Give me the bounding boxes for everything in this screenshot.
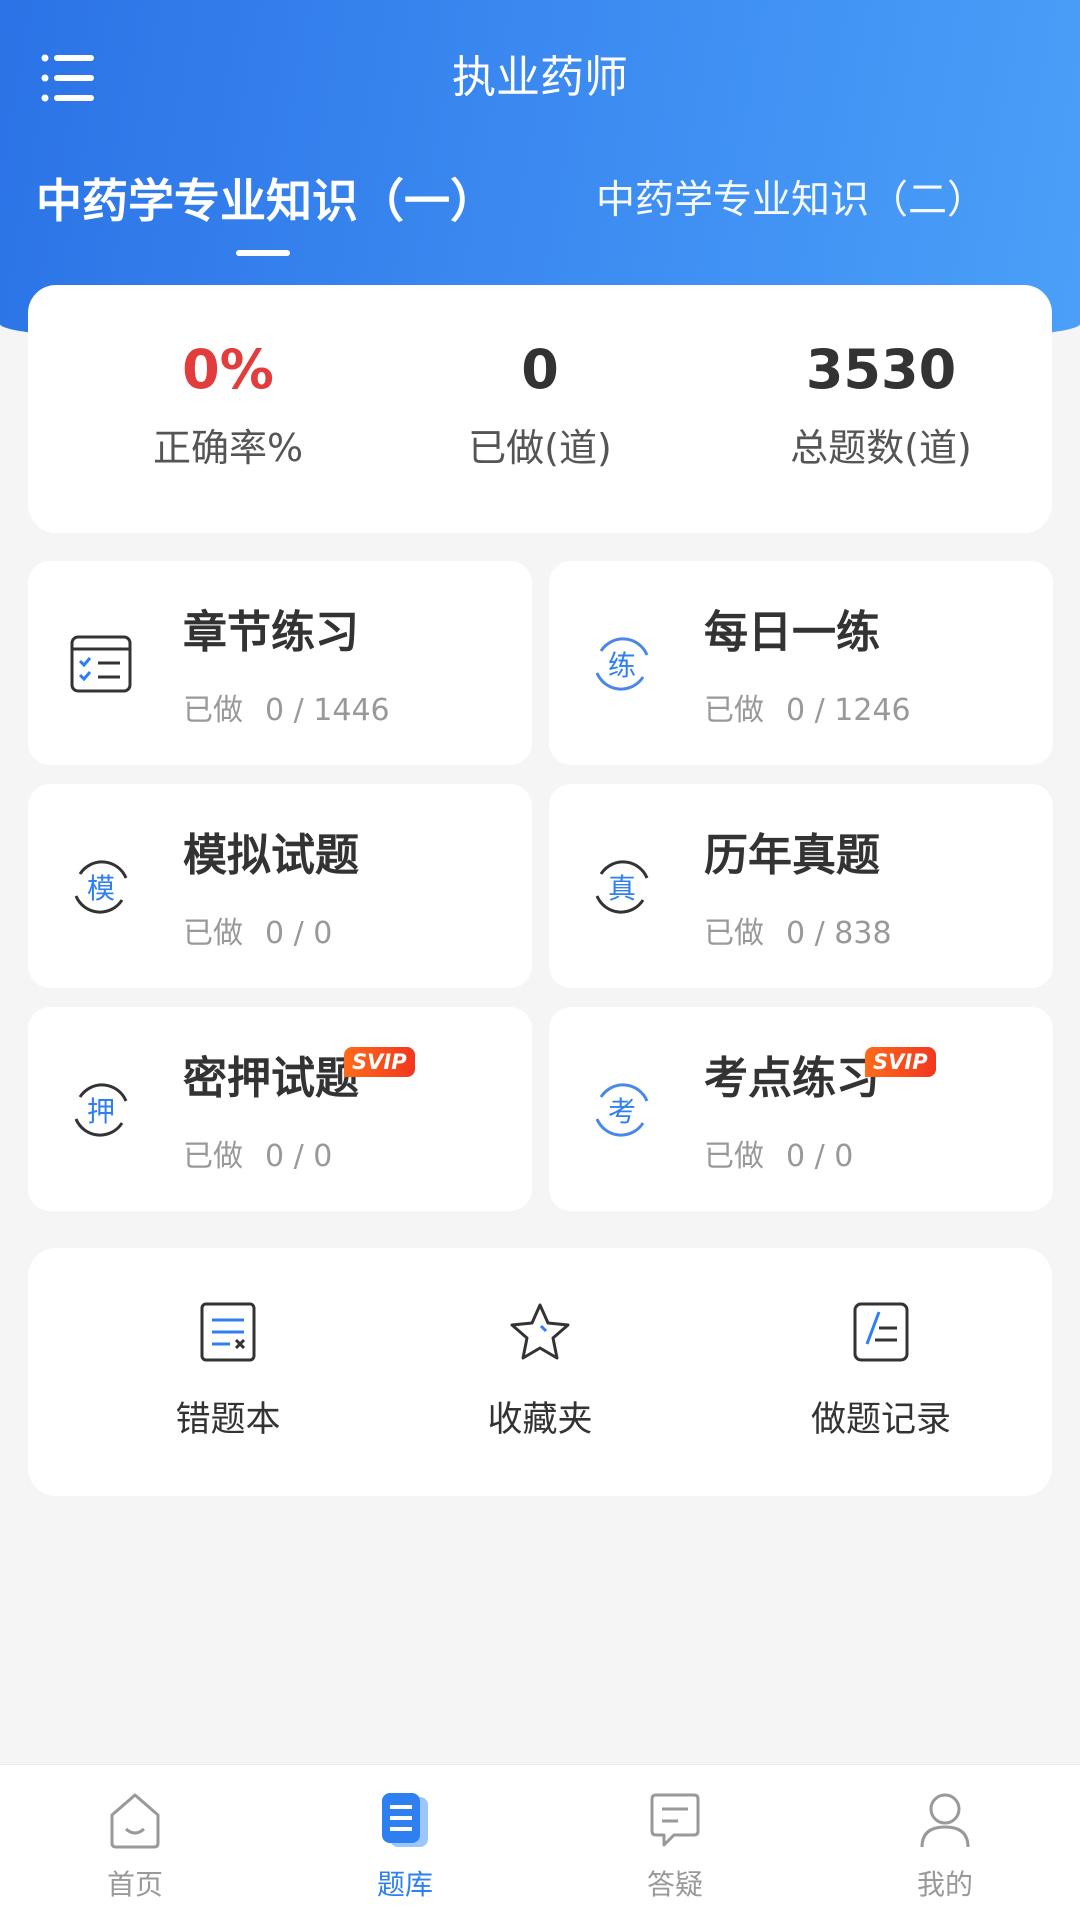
secret-exam-title: 密押试题 <box>183 1053 359 1104</box>
secret-exam-progress: 已做 0 / 0 <box>183 1139 333 1174</box>
practice-record-button[interactable]: 做题记录 <box>731 1248 1031 1496</box>
tab-subject-2[interactable]: 中药学专业知识（二） <box>596 173 986 229</box>
done-label: 已做(道) <box>468 426 612 470</box>
favorites-label: 收藏夹 <box>487 1400 593 1440</box>
svg-text:押: 押 <box>87 1095 115 1128</box>
svg-text:考: 考 <box>608 1095 636 1128</box>
stat-total: 3530 总题数(道) <box>711 285 1051 473</box>
daily-practice-progress: 已做 0 / 1246 <box>704 693 911 728</box>
mock-exam-title: 模拟试题 <box>183 830 359 881</box>
chapter-practice-title: 章节练习 <box>183 607 359 658</box>
question-bank-icon <box>382 1793 428 1847</box>
bottom-nav: 首页 题库 答疑 我的 <box>0 1764 1080 1920</box>
tab-subject-1[interactable]: 中药学专业知识（一） <box>36 170 496 232</box>
checklist-icon <box>70 635 132 693</box>
nav-home[interactable]: 首页 <box>0 1765 270 1920</box>
wrong-book-label: 错题本 <box>175 1400 281 1440</box>
tools-card: 错题本 收藏夹 做题记录 <box>28 1248 1052 1496</box>
secret-exam-card[interactable]: 押 密押试题 SVIP 已做 0 / 0 <box>28 1007 532 1211</box>
nav-profile[interactable]: 我的 <box>810 1765 1080 1920</box>
mock-exam-card[interactable]: 模 模拟试题 已做 0 / 0 <box>28 784 532 988</box>
qa-icon <box>650 1793 700 1847</box>
chapter-practice-card[interactable]: 章节练习 已做 0 / 1446 <box>28 561 532 765</box>
svg-text:练: 练 <box>608 649 636 682</box>
done-value: 0 <box>521 338 559 401</box>
wrong-book-button[interactable]: 错题本 <box>78 1248 378 1496</box>
practice-record-label: 做题记录 <box>810 1400 951 1440</box>
wrong-book-icon <box>200 1302 256 1362</box>
stat-done: 0 已做(道) <box>370 285 710 473</box>
nav-profile-label: 我的 <box>916 1868 973 1901</box>
star-icon <box>510 1303 570 1360</box>
total-value: 3530 <box>805 338 957 401</box>
secret-exam-icon: 押 <box>74 1083 128 1137</box>
key-point-title: 考点练习 <box>704 1053 880 1104</box>
past-exam-progress: 已做 0 / 838 <box>704 916 892 951</box>
svg-text:模: 模 <box>87 872 115 905</box>
total-label: 总题数(道) <box>790 426 972 470</box>
nav-qa-label: 答疑 <box>646 1868 703 1901</box>
daily-practice-icon: 练 <box>595 637 649 691</box>
accuracy-label: 正确率% <box>152 426 304 470</box>
profile-icon <box>920 1793 970 1848</box>
nav-question-bank[interactable]: 题库 <box>270 1765 540 1920</box>
nav-qa[interactable]: 答疑 <box>540 1765 810 1920</box>
key-point-progress: 已做 0 / 0 <box>704 1139 854 1174</box>
key-point-card[interactable]: 考 考点练习 SVIP 已做 0 / 0 <box>549 1007 1053 1211</box>
svip-badge: SVIP <box>344 1047 415 1077</box>
svg-text:真: 真 <box>608 872 636 905</box>
nav-home-label: 首页 <box>106 1868 163 1901</box>
page-title: 执业药师 <box>452 52 628 103</box>
record-icon <box>853 1302 909 1362</box>
favorites-button[interactable]: 收藏夹 <box>390 1248 690 1496</box>
active-tab-indicator <box>236 250 290 256</box>
mock-exam-icon: 模 <box>74 860 128 914</box>
svip-badge: SVIP <box>865 1047 936 1077</box>
nav-question-bank-label: 题库 <box>376 1868 433 1901</box>
mock-exam-progress: 已做 0 / 0 <box>183 916 333 951</box>
key-point-icon: 考 <box>595 1083 649 1137</box>
accuracy-value: 0% <box>182 338 274 401</box>
home-icon <box>110 1793 160 1849</box>
stats-card: 0% 正确率% 0 已做(道) 3530 总题数(道) <box>28 285 1052 533</box>
past-exam-icon: 真 <box>595 860 649 914</box>
past-exam-title: 历年真题 <box>704 830 880 881</box>
daily-practice-card[interactable]: 练 每日一练 已做 0 / 1246 <box>549 561 1053 765</box>
chapter-practice-progress: 已做 0 / 1446 <box>183 693 390 728</box>
past-exam-card[interactable]: 真 历年真题 已做 0 / 838 <box>549 784 1053 988</box>
stat-accuracy: 0% 正确率% <box>58 285 398 473</box>
daily-practice-title: 每日一练 <box>704 607 880 658</box>
